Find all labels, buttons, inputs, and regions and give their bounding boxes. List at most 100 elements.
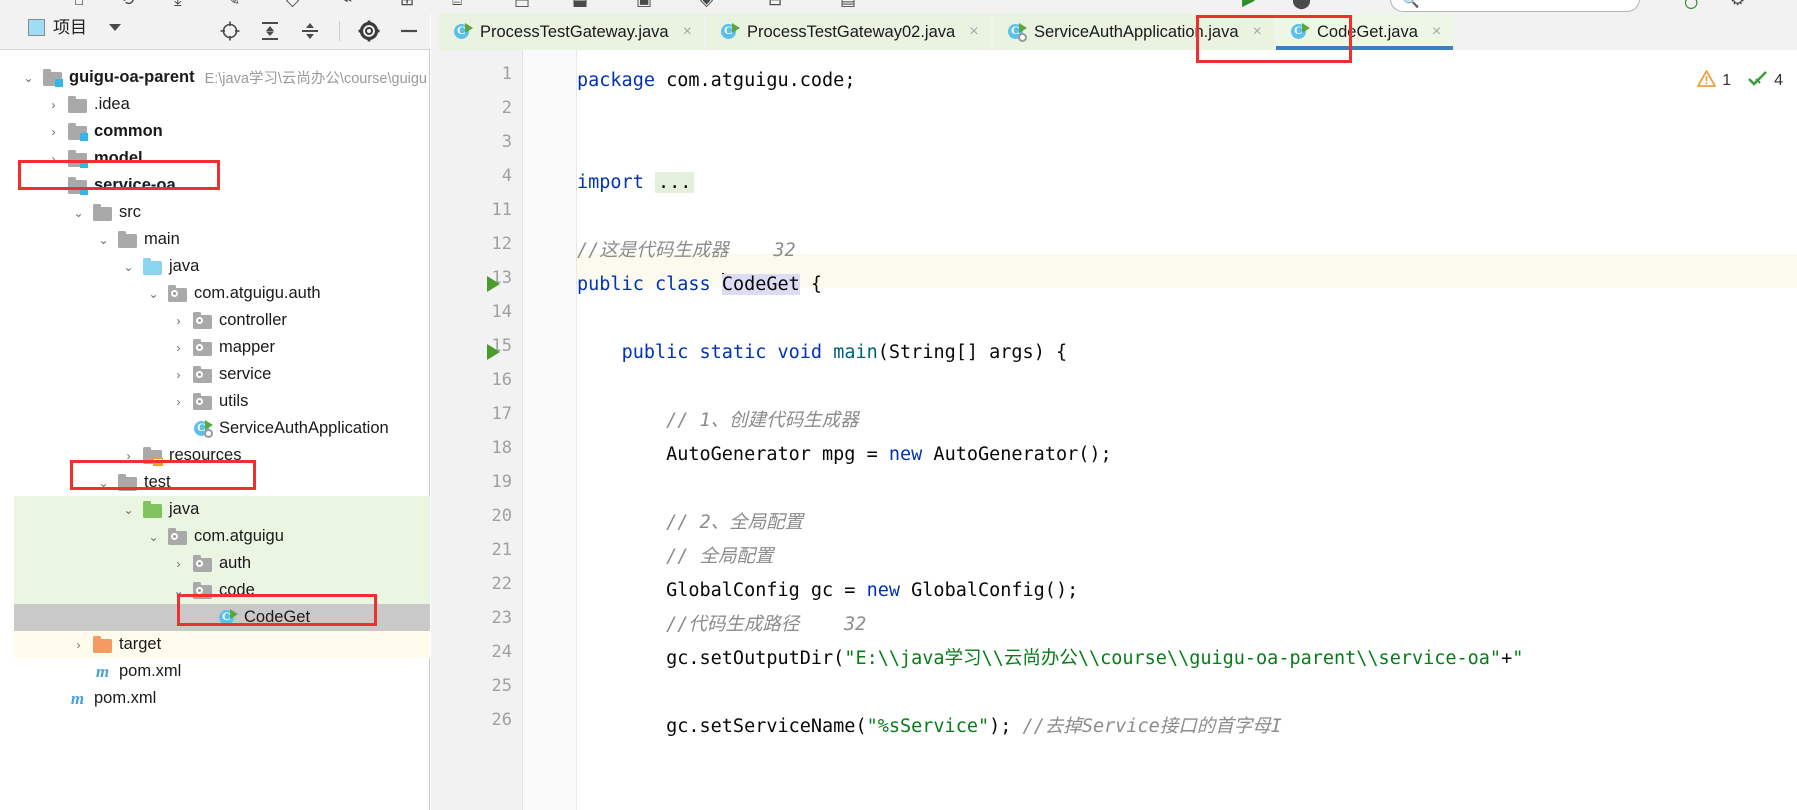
hide-icon[interactable]: [398, 20, 420, 42]
editor-gutter[interactable]: 1 2 3 4 11 12 13 14 15 16 17 18 19 20 21 22 23 24 25 26: [431, 50, 523, 810]
tree-node-label: model: [94, 149, 143, 167]
tree-node-auth[interactable]: › auth: [14, 550, 430, 577]
close-icon[interactable]: ×: [683, 23, 692, 41]
close-icon[interactable]: ×: [1253, 23, 1262, 41]
toolbar-glyph-4[interactable]: ✎: [226, 0, 240, 10]
toolbar-glyph-13[interactable]: ⊟: [768, 0, 782, 10]
tree-node-service-oa[interactable]: ⌄ service-oa: [14, 172, 430, 199]
java-class-run-icon: C: [1290, 23, 1310, 41]
toolbar-glyph-10[interactable]: ⬓: [572, 0, 588, 10]
toolbar-glyph-8[interactable]: ⌸: [452, 0, 462, 10]
chevron-down-icon[interactable]: ⌄: [120, 503, 137, 517]
collapse-all-icon[interactable]: [299, 20, 321, 42]
close-icon[interactable]: ×: [969, 23, 978, 41]
line-number: 21: [491, 540, 512, 560]
run-button-icon[interactable]: ▶: [1242, 0, 1255, 10]
tree-node-pom.xml[interactable]: · m pom.xml: [14, 658, 430, 685]
module-folder-icon: [43, 68, 63, 87]
tree-node-mapper[interactable]: › mapper: [14, 334, 430, 361]
settings-icon-top[interactable]: ⚙: [1730, 0, 1745, 10]
tree-node-code[interactable]: ⌄ code: [14, 577, 430, 604]
run-gutter-icon[interactable]: [487, 344, 500, 360]
chevron-right-icon[interactable]: ›: [170, 314, 187, 328]
code-content[interactable]: package com.atguigu.code; import ... //这是代…: [577, 50, 1797, 810]
chevron-right-icon[interactable]: ›: [170, 557, 187, 571]
run-gutter-icon[interactable]: [487, 276, 500, 292]
tree-node-utils[interactable]: › utils: [14, 388, 430, 415]
expand-all-icon[interactable]: [259, 20, 281, 42]
toolbar-glyph-3[interactable]: ⤓: [174, 0, 182, 10]
tree-node-pom.xml[interactable]: · m pom.xml: [14, 685, 430, 712]
code-line: import ...: [577, 166, 695, 200]
chevron-down-icon[interactable]: ⌄: [145, 287, 162, 301]
tree-node-test[interactable]: ⌄ test: [14, 469, 430, 496]
chevron-right-icon[interactable]: ›: [70, 638, 87, 652]
git-update-icon[interactable]: ⭯: [1684, 0, 1698, 14]
chevron-down-icon[interactable]: ⌄: [70, 206, 87, 220]
tree-node-controller[interactable]: › controller: [14, 307, 430, 334]
tree-node-.idea[interactable]: › .idea: [14, 91, 430, 118]
toolbar-glyph-1[interactable]: ⌂: [74, 0, 84, 10]
editor-tab-codeget-java[interactable]: C CodeGet.java ×: [1276, 14, 1454, 50]
code-line: AutoGenerator mpg = new AutoGenerator();: [577, 444, 1112, 465]
tree-node-service[interactable]: › service: [14, 361, 430, 388]
tree-node-java[interactable]: ⌄ java: [14, 253, 430, 280]
tree-node-label: common: [94, 122, 163, 140]
chevron-down-icon[interactable]: [109, 24, 121, 31]
code-line: public class CodeGet {: [577, 273, 823, 295]
editor-tab-processtestgateway-java[interactable]: C ProcessTestGateway.java ×: [439, 14, 704, 50]
source-root-folder-icon: [143, 257, 162, 275]
toolbar-glyph-14[interactable]: ▤: [840, 0, 856, 10]
toolbar-glyph-12[interactable]: ◈: [700, 0, 713, 10]
tree-node-common[interactable]: › common: [14, 118, 430, 145]
chevron-down-icon[interactable]: ⌄: [120, 260, 137, 274]
toolbar-glyph-7[interactable]: ⊞: [400, 0, 414, 10]
chevron-right-icon[interactable]: ›: [170, 341, 187, 355]
tree-node-target[interactable]: › target: [14, 631, 430, 658]
tree-node-serviceauthapplication[interactable]: · C ServiceAuthApplication: [14, 415, 430, 442]
toolbar-glyph-2[interactable]: ⟲: [120, 0, 134, 10]
editor-tab-label: CodeGet.java: [1317, 22, 1418, 41]
tree-node-model[interactable]: › model: [14, 145, 430, 172]
chevron-right-icon[interactable]: ›: [120, 449, 137, 463]
settings-gear-icon[interactable]: [358, 20, 380, 42]
tree-node-label: src: [119, 203, 141, 221]
tree-node-resources[interactable]: › resources: [14, 442, 430, 469]
chevron-right-icon[interactable]: ›: [45, 98, 62, 112]
toolbar-glyph-9[interactable]: ⬒: [514, 0, 530, 10]
chevron-down-icon[interactable]: ⌄: [170, 584, 187, 598]
tree-node-src[interactable]: ⌄ src: [14, 199, 430, 226]
chevron-right-icon[interactable]: ›: [45, 152, 62, 166]
chevron-right-icon[interactable]: ›: [170, 395, 187, 409]
tree-node-guigu-oa-parent[interactable]: ⌄ guigu-oa-parent E:\java学习\云尚办公\course\gu…: [14, 64, 430, 91]
toolbar-glyph-5[interactable]: ◇: [286, 0, 299, 10]
chevron-down-icon[interactable]: ⌄: [145, 530, 162, 544]
code-line: gc.setOutputDir("E:\\java学习\\云尚办公\\cours…: [577, 648, 1524, 669]
chevron-down-icon[interactable]: ⌄: [95, 233, 112, 247]
debug-button-icon[interactable]: ⬤: [1292, 0, 1311, 10]
tree-node-com.atguigu[interactable]: ⌄ com.atguigu: [14, 523, 430, 550]
toolbar-glyph-11[interactable]: ▣: [636, 0, 652, 10]
close-icon[interactable]: ×: [1432, 23, 1441, 41]
chevron-down-icon[interactable]: ⌄: [45, 179, 62, 193]
java-class-run-icon: C: [720, 23, 740, 41]
inspection-widget[interactable]: 1 4: [1696, 69, 1783, 91]
tree-node-label: utils: [219, 392, 249, 410]
toolbar-glyph-6[interactable]: ⌁: [342, 0, 352, 10]
chevron-right-icon[interactable]: ›: [170, 368, 187, 382]
tree-node-codeget[interactable]: · C CodeGet: [14, 604, 430, 631]
editor-tab-label: ProcessTestGateway02.java: [747, 22, 956, 41]
chevron-down-icon[interactable]: ⌄: [95, 476, 112, 490]
tree-node-main[interactable]: ⌄ main: [14, 226, 430, 253]
editor-tab-serviceauthapplication-java[interactable]: C ServiceAuthApplication.java ×: [993, 14, 1274, 50]
search-everywhere-field[interactable]: [1390, 0, 1640, 12]
project-panel-header: 项目: [0, 14, 430, 50]
editor-tab-processtestgateway02-java[interactable]: C ProcessTestGateway02.java ×: [706, 14, 991, 50]
tree-node-com.atguigu.auth[interactable]: ⌄ com.atguigu.auth: [14, 280, 430, 307]
line-number: 17: [491, 404, 512, 424]
editor-fold-column[interactable]: [523, 50, 577, 810]
tree-node-java[interactable]: ⌄ java: [14, 496, 430, 523]
locate-icon[interactable]: [219, 20, 241, 42]
chevron-down-icon[interactable]: ⌄: [20, 71, 37, 85]
chevron-right-icon[interactable]: ›: [45, 125, 62, 139]
